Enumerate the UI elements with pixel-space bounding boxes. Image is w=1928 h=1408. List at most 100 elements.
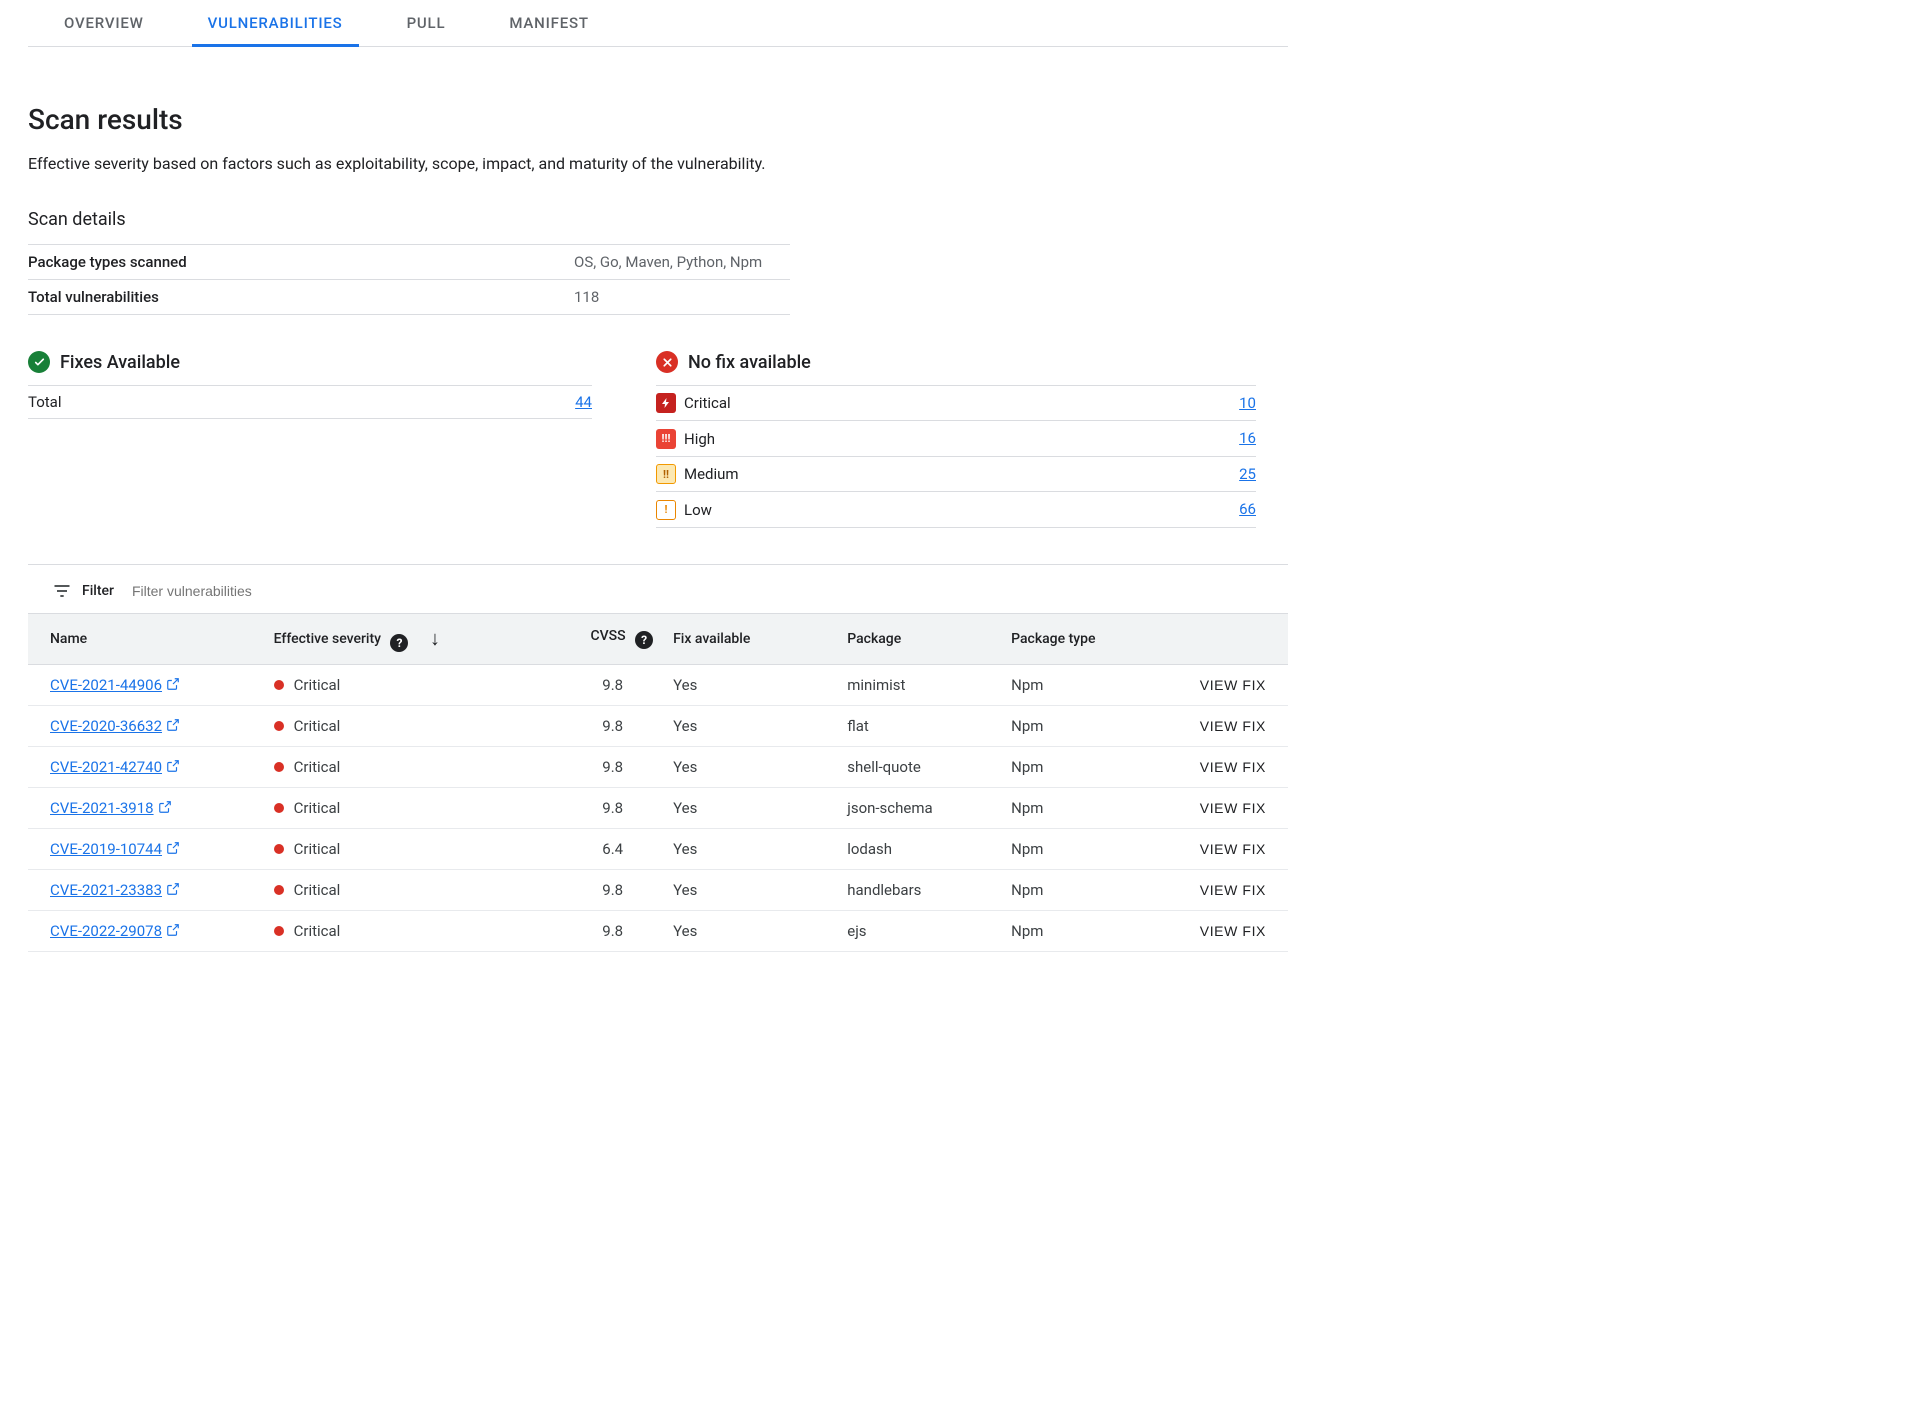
cvss-value: 9.8 <box>530 664 663 705</box>
severity-text: Critical <box>294 717 341 735</box>
vulnerabilities-table: Name Effective severity ? ↓ CVSS ? Fix a… <box>28 613 1288 952</box>
col-effective-severity[interactable]: Effective severity ? ↓ <box>264 613 530 664</box>
severity-text: Critical <box>294 881 341 899</box>
page-subtitle: Effective severity based on factors such… <box>28 154 1288 173</box>
tab-manifest[interactable]: MANIFEST <box>509 0 588 46</box>
severity-high-icon: !!! <box>656 429 676 449</box>
cvss-value: 6.4 <box>530 828 663 869</box>
fixes-available-heading: Fixes Available <box>28 351 592 373</box>
package-value: flat <box>837 705 1001 746</box>
col-action <box>1175 613 1288 664</box>
severity-bullet-icon <box>274 803 284 813</box>
cvss-value: 9.8 <box>530 910 663 951</box>
external-link-icon <box>166 759 180 773</box>
fix-available-value: Yes <box>663 746 837 787</box>
package-type-value: Npm <box>1001 746 1175 787</box>
cvss-value: 9.8 <box>530 787 663 828</box>
severity-bullet-icon <box>274 680 284 690</box>
severity-text: Critical <box>294 799 341 817</box>
page-title: Scan results <box>28 103 1288 136</box>
external-link-icon <box>158 800 172 814</box>
filter-input[interactable] <box>124 583 424 599</box>
cve-link[interactable]: CVE-2019-10744 <box>50 840 162 858</box>
package-type-value: Npm <box>1001 664 1175 705</box>
severity-text: Critical <box>294 840 341 858</box>
cve-link[interactable]: CVE-2021-3918 <box>50 799 154 817</box>
external-link-icon <box>166 677 180 691</box>
col-name[interactable]: Name <box>28 613 264 664</box>
package-value: shell-quote <box>837 746 1001 787</box>
severity-label: Medium <box>684 465 739 483</box>
scan-details-value: OS, Go, Maven, Python, Npm <box>574 245 790 280</box>
view-fix-button[interactable]: VIEW FIX <box>1200 677 1266 693</box>
package-value: lodash <box>837 828 1001 869</box>
severity-bullet-icon <box>274 762 284 772</box>
severity-label: Critical <box>684 394 731 412</box>
severity-bullet-icon <box>274 885 284 895</box>
view-fix-button[interactable]: VIEW FIX <box>1200 759 1266 775</box>
package-type-value: Npm <box>1001 828 1175 869</box>
cve-link[interactable]: CVE-2022-29078 <box>50 922 162 940</box>
scan-details-value: 118 <box>574 280 790 315</box>
fixes-available-total-label: Total <box>28 386 403 419</box>
severity-critical-icon <box>656 393 676 413</box>
no-fix-count-link[interactable]: 25 <box>1239 465 1256 483</box>
severity-text: Critical <box>294 758 341 776</box>
view-fix-button[interactable]: VIEW FIX <box>1200 882 1266 898</box>
table-row: CVE-2022-29078Critical9.8YesejsNpmVIEW F… <box>28 910 1288 951</box>
external-link-icon <box>166 882 180 896</box>
no-fix-table: Critical 10 !!! High 16 <box>656 385 1256 528</box>
no-fix-count-link[interactable]: 16 <box>1239 429 1256 447</box>
col-fix-available[interactable]: Fix available <box>663 613 837 664</box>
tabs: OVERVIEW VULNERABILITIES PULL MANIFEST <box>28 0 1288 47</box>
package-value: handlebars <box>837 869 1001 910</box>
view-fix-button[interactable]: VIEW FIX <box>1200 923 1266 939</box>
package-type-value: Npm <box>1001 869 1175 910</box>
scan-details-table: Package types scanned OS, Go, Maven, Pyt… <box>28 244 790 315</box>
sort-desc-icon[interactable]: ↓ <box>430 626 440 650</box>
fix-available-value: Yes <box>663 664 837 705</box>
external-link-icon <box>166 923 180 937</box>
view-fix-button[interactable]: VIEW FIX <box>1200 718 1266 734</box>
view-fix-button[interactable]: VIEW FIX <box>1200 841 1266 857</box>
severity-medium-icon: !! <box>656 464 676 484</box>
tab-overview[interactable]: OVERVIEW <box>64 0 144 46</box>
cve-link[interactable]: CVE-2020-36632 <box>50 717 162 735</box>
help-icon[interactable]: ? <box>390 634 408 652</box>
fix-available-value: Yes <box>663 869 837 910</box>
fixes-available-row: Total 44 <box>28 386 592 419</box>
no-fix-row: !!! High 16 <box>656 421 1256 457</box>
scan-details-label: Package types scanned <box>28 245 574 280</box>
close-circle-icon <box>656 351 678 373</box>
col-package[interactable]: Package <box>837 613 1001 664</box>
scan-details-title: Scan details <box>28 209 1288 230</box>
severity-text: Critical <box>294 676 341 694</box>
cve-link[interactable]: CVE-2021-23383 <box>50 881 162 899</box>
package-value: json-schema <box>837 787 1001 828</box>
no-fix-count-link[interactable]: 10 <box>1239 394 1256 412</box>
help-icon[interactable]: ? <box>635 631 653 649</box>
view-fix-button[interactable]: VIEW FIX <box>1200 800 1266 816</box>
col-cvss[interactable]: CVSS ? <box>530 613 663 664</box>
package-type-value: Npm <box>1001 705 1175 746</box>
checkmark-circle-icon <box>28 351 50 373</box>
severity-bullet-icon <box>274 721 284 731</box>
table-row: CVE-2019-10744 Critical 6.4YeslodashNpm VIE… <box>28 828 1288 869</box>
tab-vulnerabilities[interactable]: VULNERABILITIES <box>208 0 343 46</box>
cve-link[interactable]: CVE-2021-44906 <box>50 676 162 694</box>
fixes-available-title: Fixes Available <box>60 352 180 373</box>
filter-bar: Filter <box>28 564 1288 613</box>
cvss-value: 9.8 <box>530 705 663 746</box>
no-fix-row: Critical 10 <box>656 386 1256 421</box>
no-fix-heading: No fix available <box>656 351 1256 373</box>
fix-available-value: Yes <box>663 828 837 869</box>
no-fix-count-link[interactable]: 66 <box>1239 500 1256 518</box>
tab-pull[interactable]: PULL <box>407 0 446 46</box>
no-fix-row: ! Low 66 <box>656 492 1256 528</box>
package-type-value: Npm <box>1001 787 1175 828</box>
cve-link[interactable]: CVE-2021-42740 <box>50 758 162 776</box>
fixes-available-total-link[interactable]: 44 <box>575 393 592 411</box>
severity-bullet-icon <box>274 926 284 936</box>
col-package-type[interactable]: Package type <box>1001 613 1175 664</box>
filter-label: Filter <box>82 583 114 599</box>
